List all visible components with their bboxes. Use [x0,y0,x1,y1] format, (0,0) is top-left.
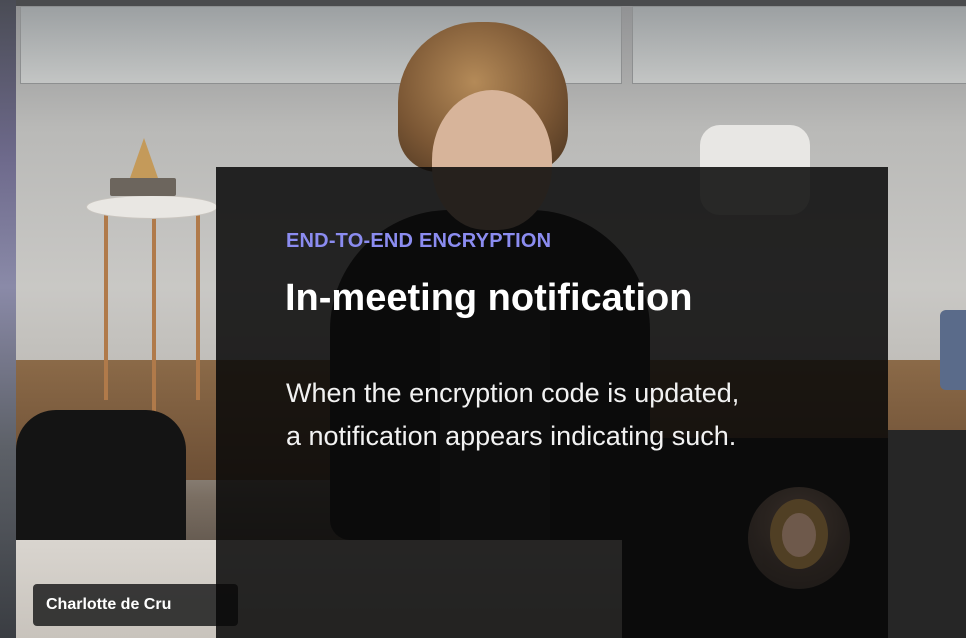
side-table-leg [104,210,108,400]
foreground-chair [16,410,186,560]
participant-avatar [748,487,850,589]
overlay-eyebrow: END-TO-END ENCRYPTION [286,230,552,252]
books-on-table [110,178,176,196]
side-table-leg [152,210,156,420]
avatar-face [782,513,816,557]
window-edge [0,0,16,638]
side-table [86,195,218,219]
overlay-body: When the encryption code is updated, a n… [286,378,740,451]
secondary-video-tile-edge [888,430,966,638]
table-lamp [130,138,158,178]
background-stool [940,310,966,390]
background-window-pane [632,6,966,84]
participant-name-tag: Charlotte de Cru [33,584,238,626]
side-table-leg [196,210,200,400]
overlay-title: In-meeting notification [285,277,693,319]
encryption-notification-overlay: END-TO-END ENCRYPTION In-meeting notific… [216,167,888,638]
